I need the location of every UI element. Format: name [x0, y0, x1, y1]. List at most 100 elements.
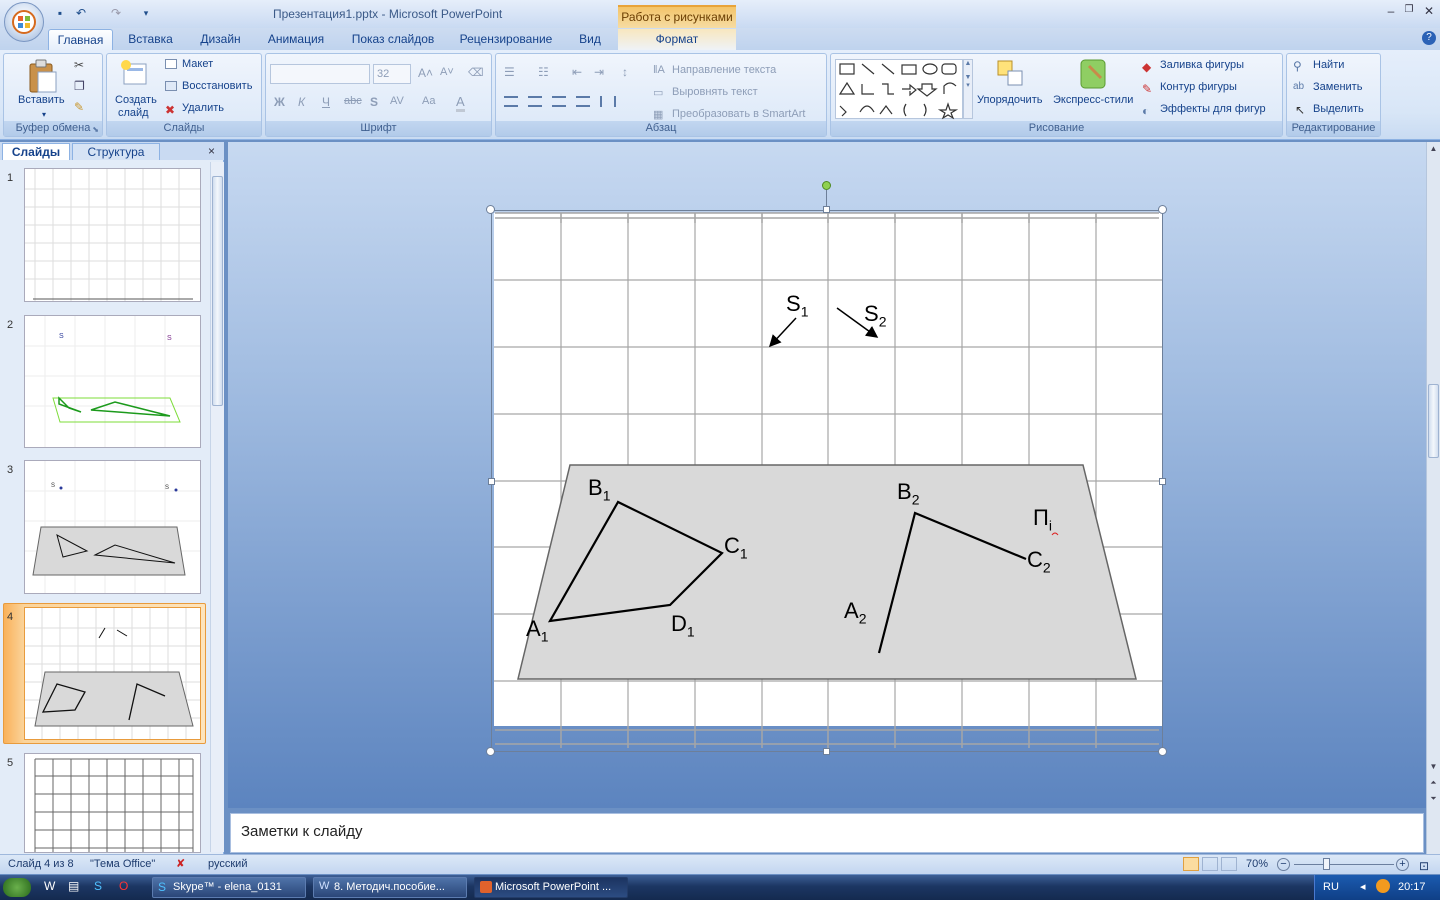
opera-quicklaunch-icon[interactable]: O: [119, 879, 128, 893]
delete-button[interactable]: Удалить: [182, 102, 224, 114]
clipboard-launcher-icon[interactable]: ⬊: [92, 125, 99, 134]
word-quicklaunch-icon[interactable]: W: [44, 879, 55, 893]
zoom-in-icon[interactable]: +: [1396, 858, 1409, 871]
grow-font-icon[interactable]: A˄: [418, 66, 433, 80]
layout-button[interactable]: Макет: [182, 58, 213, 70]
new-slide-button[interactable]: слайд: [118, 107, 149, 119]
resize-handle-e[interactable]: [1159, 478, 1166, 485]
copy-icon[interactable]: ❐: [74, 79, 85, 93]
tab-view[interactable]: Вид: [568, 29, 612, 51]
resize-handle-nw[interactable]: [486, 205, 495, 214]
tab-slides[interactable]: Слайды: [2, 143, 70, 160]
paste-dropdown-icon[interactable]: ▾: [42, 110, 46, 119]
skype-quicklaunch-icon[interactable]: S: [94, 879, 102, 893]
shape-outline-button[interactable]: Контур фигуры: [1160, 81, 1237, 93]
align-text-button[interactable]: Выровнять текст: [672, 86, 758, 98]
resize-handle-s[interactable]: [823, 748, 830, 755]
bullets-icon[interactable]: ☰: [504, 65, 515, 79]
slide-thumbnail-1[interactable]: [24, 168, 201, 302]
resize-handle-se[interactable]: [1158, 747, 1167, 756]
status-language[interactable]: русский: [208, 855, 247, 874]
normal-view-icon[interactable]: [1183, 857, 1199, 871]
desktop-quicklaunch-icon[interactable]: ▤: [68, 879, 79, 893]
cut-icon[interactable]: ✂: [74, 58, 84, 72]
font-size-select[interactable]: 32: [373, 64, 411, 84]
slides-scroll-thumb[interactable]: [212, 176, 223, 406]
smartart-button[interactable]: Преобразовать в SmartArt: [672, 108, 805, 120]
tab-slideshow[interactable]: Показ слайдов: [342, 29, 444, 51]
find-button[interactable]: Найти: [1313, 59, 1344, 71]
new-slide-label-1[interactable]: Создать: [115, 94, 157, 106]
notes-pane[interactable]: Заметки к слайду: [230, 813, 1424, 853]
tray-language[interactable]: RU: [1323, 881, 1339, 893]
align-right-icon[interactable]: [552, 96, 566, 107]
slide-thumbnail-4[interactable]: [24, 607, 201, 740]
resize-handle-sw[interactable]: [486, 747, 495, 756]
office-button[interactable]: [4, 2, 44, 42]
columns-icon[interactable]: [600, 96, 616, 107]
editor-scrollbar[interactable]: ▲ ▼ ⏶ ⏷: [1426, 142, 1440, 854]
fit-to-window-icon[interactable]: ⊡: [1419, 857, 1429, 876]
increase-indent-icon[interactable]: ⇥: [594, 65, 604, 79]
align-left-icon[interactable]: [504, 96, 518, 107]
justify-icon[interactable]: [576, 96, 590, 107]
slideshow-view-icon[interactable]: [1221, 857, 1237, 871]
replace-button[interactable]: Заменить: [1313, 81, 1362, 93]
resize-handle-n[interactable]: [823, 206, 830, 213]
tab-home[interactable]: Главная: [48, 29, 113, 51]
quick-styles-button[interactable]: Экспресс-стили: [1053, 94, 1133, 106]
spellcheck-icon[interactable]: ✘: [176, 855, 185, 874]
resize-handle-w[interactable]: [488, 478, 495, 485]
close-pane-icon[interactable]: ×: [208, 144, 215, 158]
rotate-handle[interactable]: [822, 181, 831, 190]
task-word[interactable]: 8. Методич.пособие...: [313, 877, 467, 898]
prev-slide-icon[interactable]: ⏶: [1428, 778, 1439, 792]
paste-button[interactable]: Вставить: [18, 94, 65, 106]
bold-icon[interactable]: Ж: [274, 95, 285, 109]
tray-expand-icon[interactable]: ◂: [1360, 880, 1366, 893]
select-button[interactable]: Выделить: [1313, 103, 1364, 115]
format-painter-icon[interactable]: ✎: [74, 100, 84, 114]
line-spacing-icon[interactable]: ↕: [622, 65, 628, 79]
underline-icon[interactable]: Ч: [322, 95, 330, 109]
shadow-icon[interactable]: S: [370, 95, 378, 109]
zoom-slider-thumb[interactable]: [1323, 858, 1330, 870]
slides-scrollbar[interactable]: [210, 162, 224, 852]
tab-design[interactable]: Дизайн: [188, 29, 253, 51]
task-powerpoint[interactable]: Microsoft PowerPoint ...: [474, 877, 628, 898]
tab-insert[interactable]: Вставка: [118, 29, 183, 51]
next-slide-icon[interactable]: ⏷: [1428, 794, 1439, 808]
reset-button[interactable]: Восстановить: [182, 80, 252, 92]
slide-sorter-icon[interactable]: [1202, 857, 1218, 871]
maximize-icon[interactable]: ❐: [1398, 4, 1420, 20]
zoom-out-icon[interactable]: −: [1277, 858, 1290, 871]
text-direction-button[interactable]: Направление текста: [672, 64, 776, 76]
shapes-gallery[interactable]: [835, 59, 963, 120]
decrease-indent-icon[interactable]: ⇤: [572, 65, 582, 79]
tab-animation[interactable]: Анимация: [258, 29, 334, 51]
tray-app-icon[interactable]: [1376, 879, 1390, 893]
scroll-down-icon[interactable]: ▼: [1428, 762, 1439, 774]
char-spacing-icon[interactable]: AV: [390, 95, 404, 107]
slide-thumbnail-5[interactable]: [24, 753, 201, 853]
arrange-button[interactable]: Упорядочить: [977, 94, 1042, 106]
scroll-up-icon[interactable]: ▲: [1428, 144, 1439, 156]
align-center-icon[interactable]: [528, 96, 542, 107]
shape-fill-button[interactable]: Заливка фигуры: [1160, 59, 1244, 71]
font-name-select[interactable]: [270, 64, 370, 84]
shrink-font-icon[interactable]: A˅: [440, 66, 454, 78]
numbering-icon[interactable]: ☷: [538, 65, 549, 79]
editor-scroll-thumb[interactable]: [1428, 384, 1439, 458]
start-button[interactable]: [3, 878, 31, 897]
help-icon[interactable]: ?: [1422, 31, 1436, 45]
tab-outline[interactable]: Структура: [72, 143, 160, 160]
italic-icon[interactable]: К: [298, 95, 305, 109]
font-color-icon[interactable]: A: [456, 94, 465, 112]
zoom-level[interactable]: 70%: [1246, 855, 1268, 874]
tab-review[interactable]: Рецензирование: [452, 29, 560, 51]
shape-effects-button[interactable]: Эффекты для фигур: [1160, 103, 1266, 115]
slide-thumbnail-3[interactable]: SS: [24, 460, 201, 594]
resize-handle-ne[interactable]: [1158, 205, 1167, 214]
clear-format-icon[interactable]: ⌫: [468, 66, 484, 79]
shapes-gallery-scroll[interactable]: ▲ ▼ ▾: [963, 59, 973, 119]
